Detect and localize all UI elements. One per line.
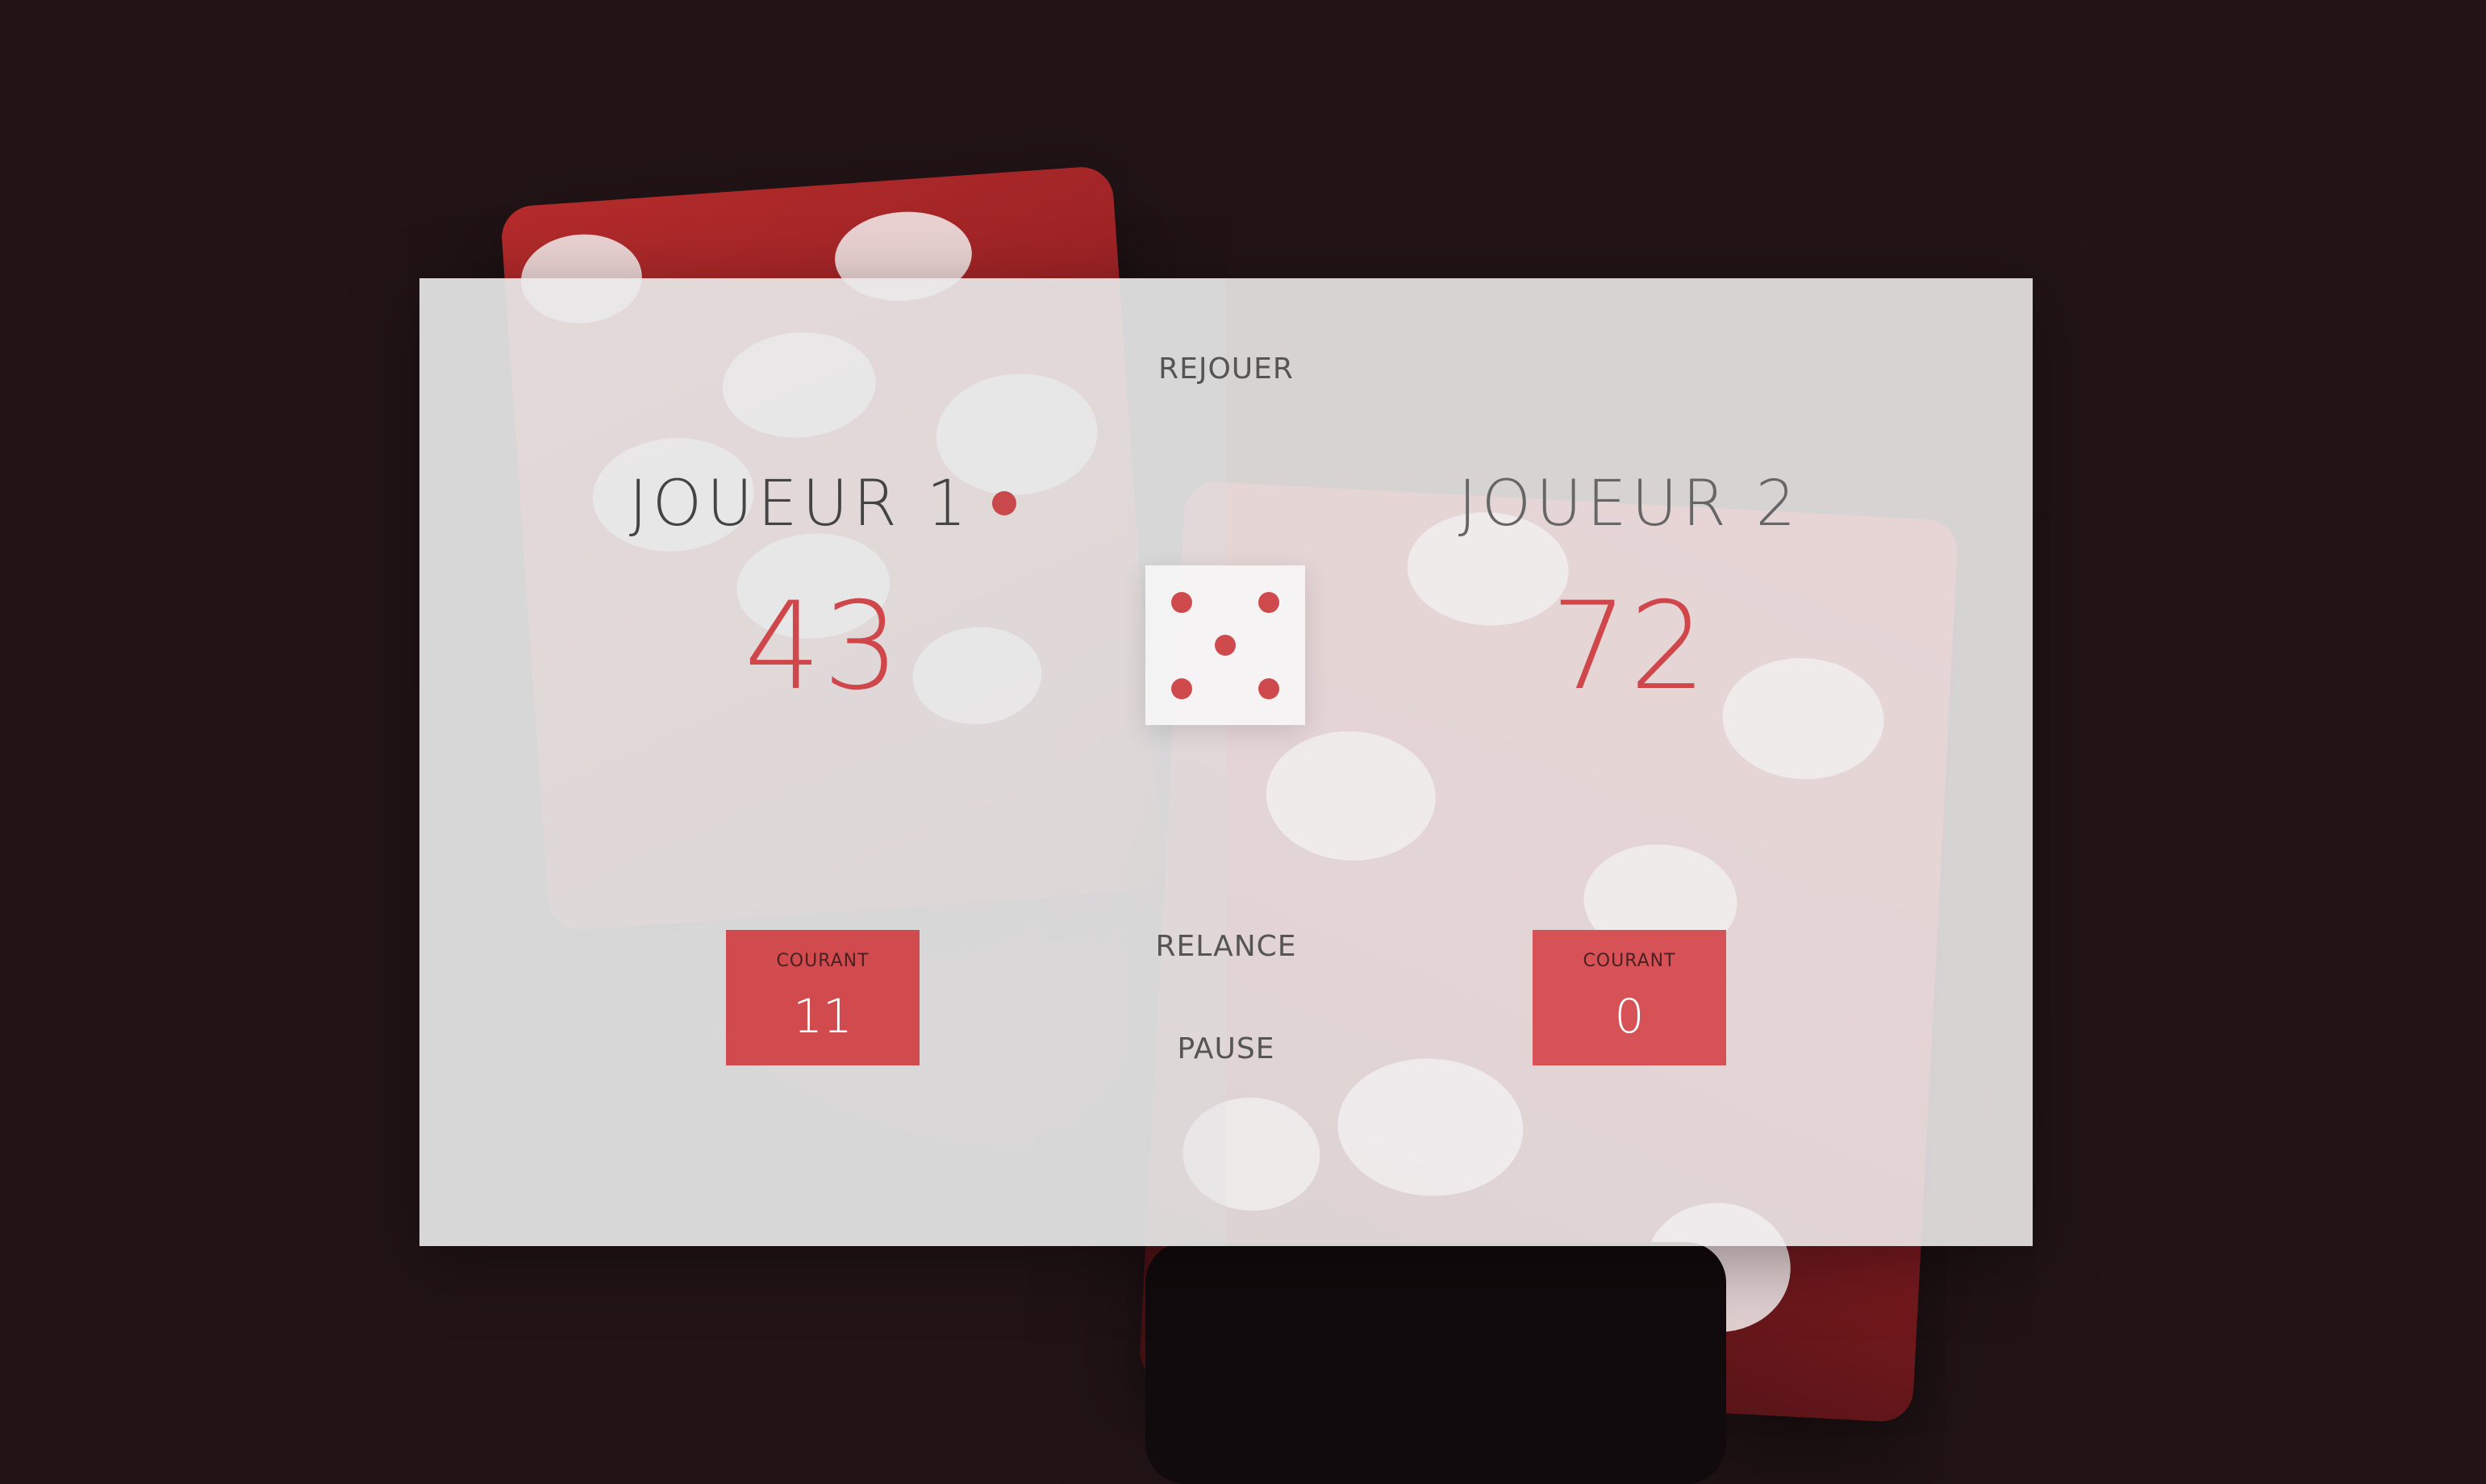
background-die-shadow	[1145, 1242, 1726, 1484]
player-1-current-box: COURANT 11	[726, 930, 920, 1065]
dice-icon	[1145, 565, 1305, 725]
player-1-name: JOUEUR 1	[419, 468, 1226, 540]
dice-pip	[1215, 635, 1236, 656]
active-player-icon	[992, 490, 1017, 515]
new-game-button[interactable]: REJOUER	[1145, 352, 1307, 386]
roll-dice-button[interactable]: RELANCE	[1145, 930, 1307, 963]
player-2-score: 72	[1550, 577, 1708, 717]
player-2-panel: JOUEUR 2 72 COURANT 0	[1226, 278, 2033, 1246]
player-1-panel: JOUEUR 1 43 COURANT 11	[419, 278, 1226, 1246]
player-1-current-score: 11	[793, 989, 853, 1044]
dice-pip	[1258, 678, 1279, 699]
player-1-current-label: COURANT	[776, 951, 870, 971]
player-2-current-box: COURANT 0	[1533, 930, 1726, 1065]
player-2-name: JOUEUR 2	[1458, 468, 1801, 540]
player-2-current-label: COURANT	[1583, 951, 1676, 971]
player-1-name-label: JOUEUR 1	[628, 468, 972, 540]
dice-pip	[1171, 678, 1192, 699]
player-1-score: 43	[744, 577, 902, 717]
player-2-current-score: 0	[1614, 989, 1645, 1044]
hold-button[interactable]: PAUSE	[1145, 1032, 1307, 1065]
game-panel: JOUEUR 1 43 COURANT 11 JOUEUR 2 72 COURA…	[419, 278, 2033, 1246]
dice-pip	[1258, 592, 1279, 613]
dice-pip	[1171, 592, 1192, 613]
